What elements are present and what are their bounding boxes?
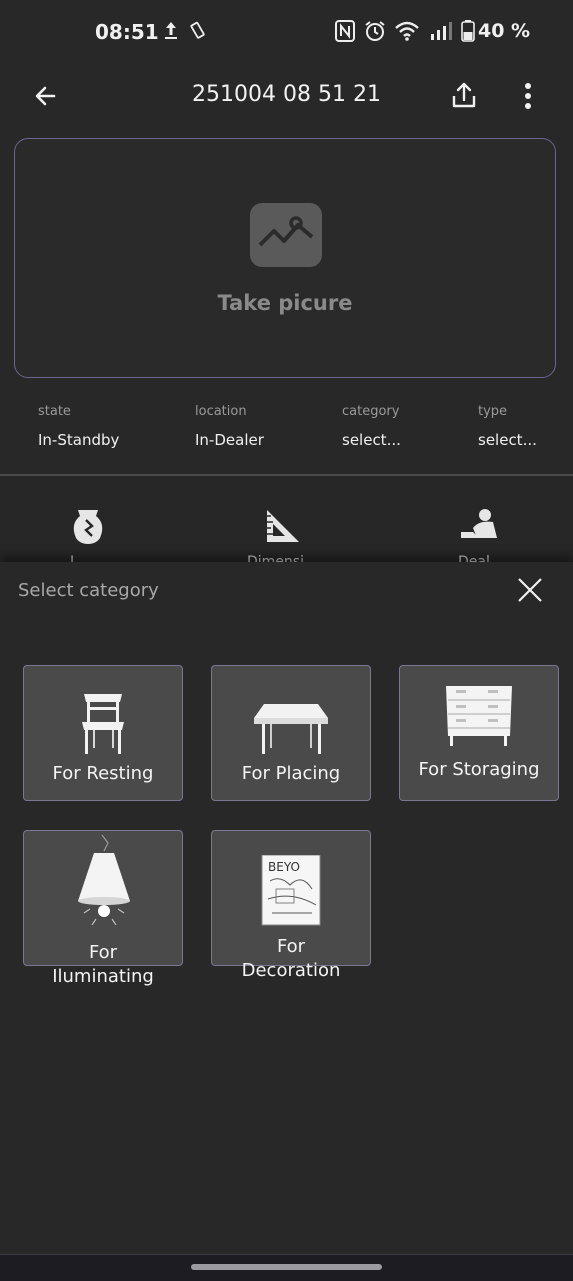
location-field[interactable]: location In-Dealer [195, 404, 264, 449]
category-label-line1: For [88, 942, 118, 963]
category-label-line1: For [276, 936, 306, 957]
category-label: For Resting [52, 763, 154, 784]
more-vert-icon[interactable] [516, 80, 540, 112]
status-time: 08:51 [95, 20, 159, 44]
category-label: For Placing [241, 763, 341, 784]
chair-icon [82, 694, 124, 754]
take-picture-card[interactable]: Take picure [14, 138, 556, 378]
type-value: select... [478, 431, 537, 449]
broken-vase-icon[interactable] [68, 506, 108, 546]
dealer-icon[interactable] [459, 506, 499, 546]
vibrate-icon [190, 21, 205, 39]
state-field[interactable]: state In-Standby [38, 404, 119, 449]
category-resting[interactable]: For Resting [23, 665, 183, 801]
alarm-icon [365, 21, 385, 41]
navigation-bar [0, 1254, 573, 1281]
upload-icon [165, 22, 177, 39]
category-value: select... [342, 431, 401, 449]
state-value: In-Standby [38, 431, 120, 449]
category-decoration[interactable]: BEYO For Decoration [211, 830, 371, 981]
sheet-title: Select category [18, 580, 159, 601]
category-placing[interactable]: For Placing [211, 665, 371, 801]
type-field[interactable]: type select... [478, 404, 537, 449]
location-value: In-Dealer [195, 431, 264, 449]
page-title: 251004 08 51 21 [192, 82, 381, 107]
signal-icon [431, 22, 452, 40]
location-label: location [195, 404, 247, 419]
battery-percent: 40 % [478, 20, 531, 42]
close-icon[interactable] [514, 574, 546, 606]
state-label: state [38, 404, 71, 419]
nfc-icon [335, 20, 355, 42]
poster-text: BEYO [268, 860, 300, 874]
category-label-line2: Decoration [241, 960, 341, 981]
image-icon [250, 203, 322, 267]
category-sheet: Select category For Resting For Placing [0, 562, 573, 1254]
app-bar: 251004 08 51 21 [0, 64, 573, 128]
category-label: category [342, 404, 400, 419]
dresser-icon [446, 686, 512, 746]
take-picture-label: Take picure [217, 291, 353, 315]
tools-strip: L Dimensi Deal [0, 476, 573, 570]
status-bar: 08:51 40 % [0, 0, 573, 64]
home-indicator[interactable] [191, 1264, 382, 1270]
type-label: type [478, 404, 508, 419]
category-field[interactable]: category select... [342, 404, 401, 449]
category-storaging[interactable]: For Storaging [399, 665, 559, 801]
lamp-icon [78, 835, 130, 925]
share-icon[interactable] [448, 80, 480, 112]
poster-icon: BEYO [261, 855, 321, 926]
category-label-line2: Iluminating [52, 966, 154, 987]
battery-icon [461, 20, 475, 42]
category-iluminating[interactable]: For Iluminating [23, 830, 183, 987]
ruler-triangle-icon[interactable] [263, 506, 303, 546]
wifi-icon [395, 21, 419, 41]
table-icon [254, 704, 328, 754]
category-label: For Storaging [418, 759, 540, 780]
